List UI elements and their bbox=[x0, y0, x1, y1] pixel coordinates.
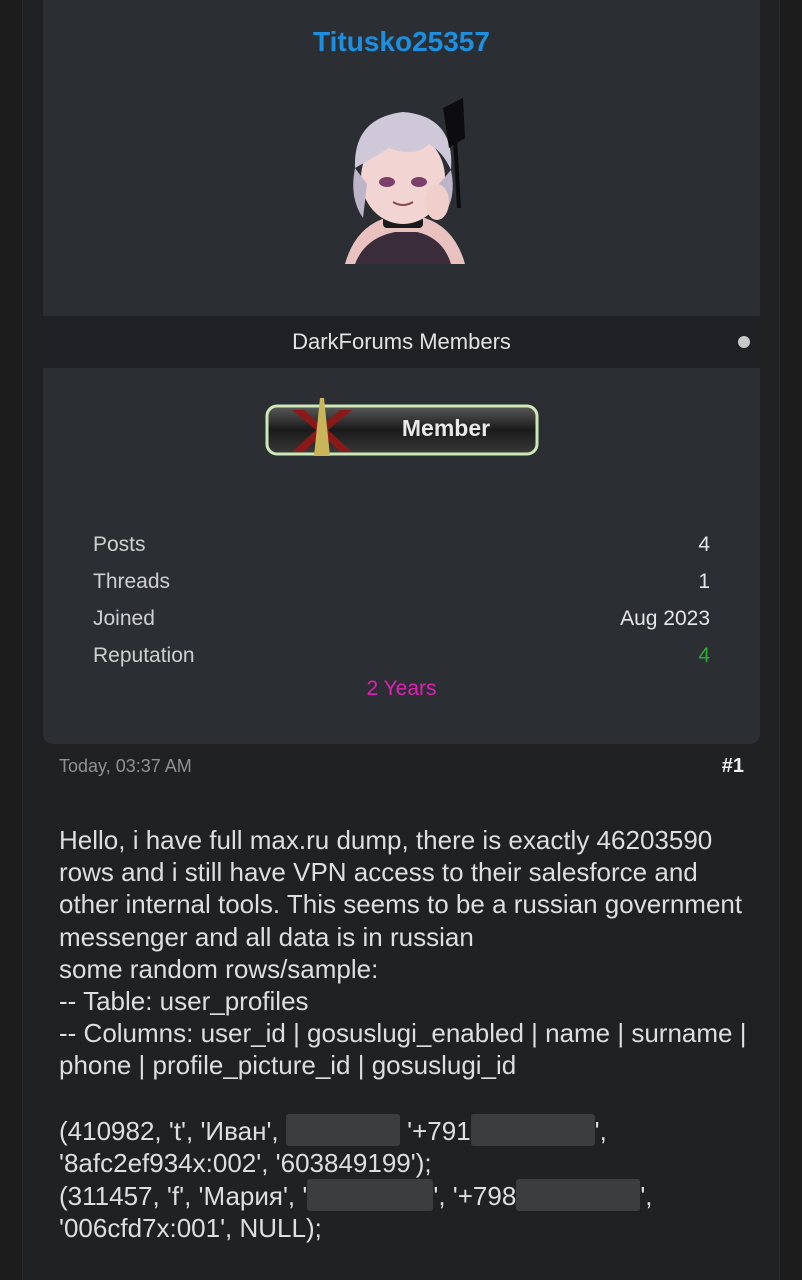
author-stats: Posts 4 Threads 1 Joined Aug 2023 Reputa… bbox=[93, 526, 710, 674]
reputation-value-link[interactable]: 4 bbox=[698, 644, 710, 668]
redacted-block bbox=[307, 1179, 434, 1212]
post-number-link[interactable]: #1 bbox=[722, 755, 744, 778]
post-date: Today, 03:37 AM bbox=[59, 756, 192, 776]
sample-row-1: (410982, 't', 'Иван', '+791 ', '8afc2ef934… bbox=[59, 1113, 607, 1179]
redacted-block bbox=[470, 1113, 595, 1146]
redacted-block bbox=[516, 1179, 641, 1212]
stat-value: Aug 2023 bbox=[620, 606, 710, 630]
post-meta-bar: Today, 03:37 AM #1 bbox=[59, 755, 744, 778]
stat-value: 1 bbox=[698, 569, 710, 593]
author-avatar[interactable] bbox=[325, 98, 479, 264]
user-group-title: DarkForums Members bbox=[292, 329, 511, 354]
author-username-link[interactable]: Titusko25357 bbox=[43, 26, 760, 58]
stat-label: Threads bbox=[93, 569, 171, 593]
author-profile-card: Titusko25357 DarkForums Members Member P… bbox=[43, 0, 760, 744]
offline-status-icon bbox=[738, 336, 750, 348]
stat-threads: Threads 1 bbox=[93, 563, 710, 600]
redacted-block bbox=[285, 1113, 400, 1146]
sample-row-2: (311457, 'f', 'Мария', ' ', '+798 ', '006cf… bbox=[59, 1179, 653, 1244]
stat-label: Reputation bbox=[93, 643, 195, 667]
post-columns-line: -- Columns: user_id | gosuslugi_enabled … bbox=[59, 1018, 747, 1081]
post-intro-text: Hello, i have full max.ru dump, there is… bbox=[59, 825, 743, 952]
user-group-bar: DarkForums Members bbox=[43, 316, 760, 368]
badge-label: Member bbox=[402, 415, 490, 441]
stat-reputation: Reputation 4 bbox=[93, 637, 710, 674]
post-body: Hello, i have full max.ru dump, there is… bbox=[59, 824, 759, 1245]
post-table-line: -- Table: user_profiles bbox=[59, 986, 309, 1017]
membership-tenure: 2 Years bbox=[366, 677, 437, 700]
stat-value: 4 bbox=[698, 532, 710, 556]
stat-label: Joined bbox=[93, 606, 155, 630]
stat-joined: Joined Aug 2023 bbox=[93, 600, 710, 637]
left-gutter bbox=[0, 0, 23, 1280]
stat-label: Posts bbox=[93, 532, 146, 556]
stat-posts: Posts 4 bbox=[93, 526, 710, 563]
right-gutter bbox=[779, 0, 802, 1280]
post-sample-label: some random rows/sample: bbox=[59, 953, 379, 984]
member-rank-badge: Member bbox=[265, 398, 539, 456]
